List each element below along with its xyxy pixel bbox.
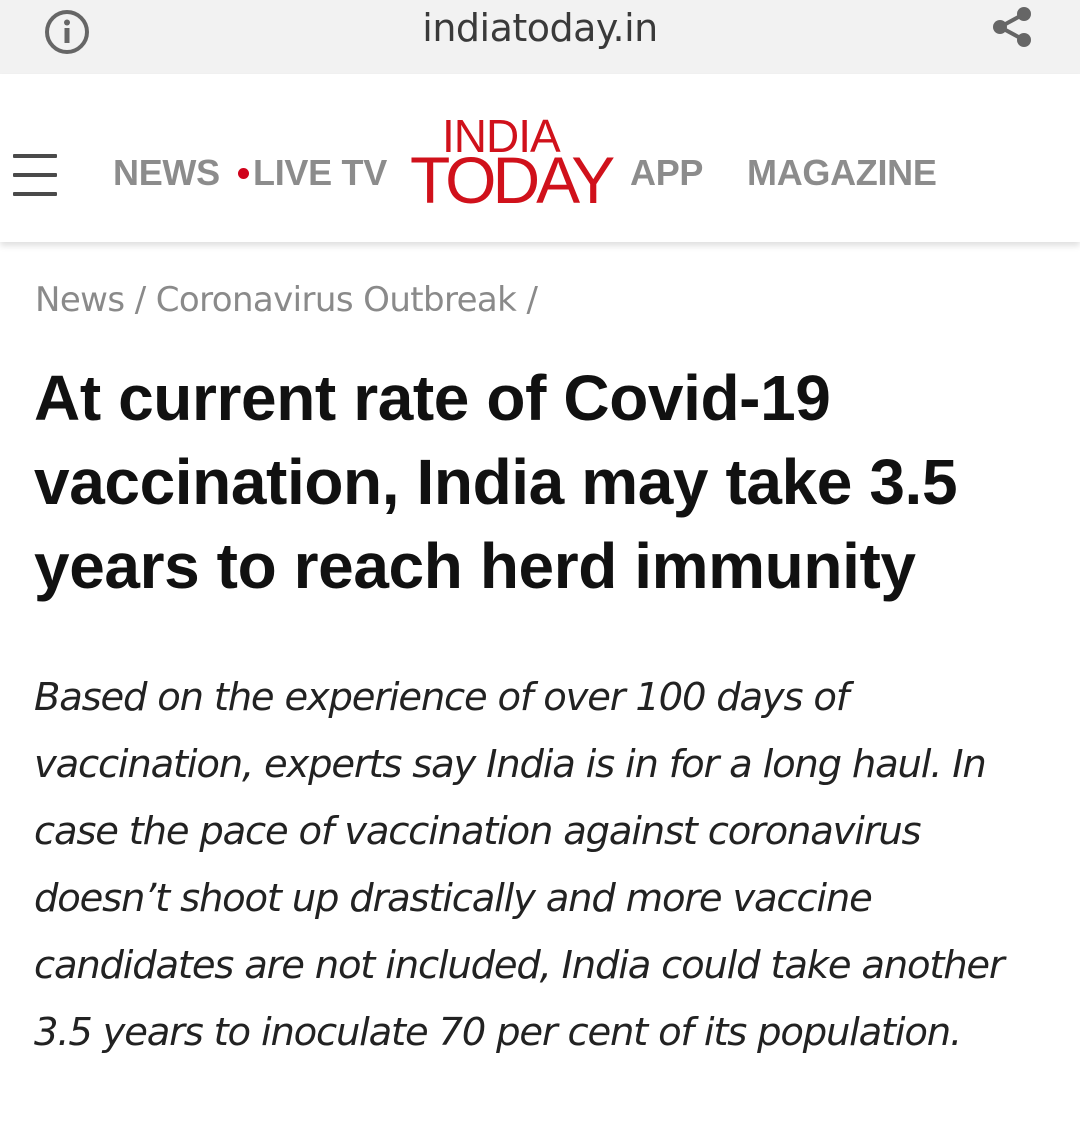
nav-item-live-tv[interactable]: LIVE TV (238, 152, 387, 194)
nav-item-label: NEWS (113, 152, 220, 193)
nav-item-magazine[interactable]: MAGAZINE (747, 152, 937, 194)
share-icon[interactable] (990, 4, 1036, 50)
breadcrumb-separator: / (526, 280, 538, 320)
article-summary: Based on the experience of over 100 days… (34, 675, 1005, 1055)
article-headline: At current rate of Covid-19 vaccination,… (34, 362, 958, 602)
nav-item-app[interactable]: APP (630, 152, 703, 194)
url-text[interactable]: indiatoday.in (0, 6, 1080, 50)
breadcrumb-separator: / (134, 280, 146, 320)
breadcrumb: News / Coronavirus Outbreak / (35, 280, 538, 320)
india-today-logo[interactable]: INDIA TODAY (410, 113, 615, 213)
hamburger-menu-icon[interactable] (13, 154, 57, 196)
live-indicator-icon (238, 167, 249, 179)
site-navbar: NEWS LIVE TV INDIA TODAY APP MAGAZINE (0, 74, 1080, 242)
breadcrumb-link-news[interactable]: News (35, 280, 125, 320)
nav-item-label: MAGAZINE (747, 152, 937, 193)
logo-text-today: TODAY (410, 143, 615, 217)
nav-item-label: LIVE TV (253, 152, 387, 193)
nav-item-news[interactable]: NEWS (113, 152, 220, 194)
browser-url-bar: indiatoday.in (0, 0, 1080, 74)
nav-item-label: APP (630, 152, 704, 193)
breadcrumb-link-coronavirus-outbreak[interactable]: Coronavirus Outbreak (156, 280, 517, 320)
